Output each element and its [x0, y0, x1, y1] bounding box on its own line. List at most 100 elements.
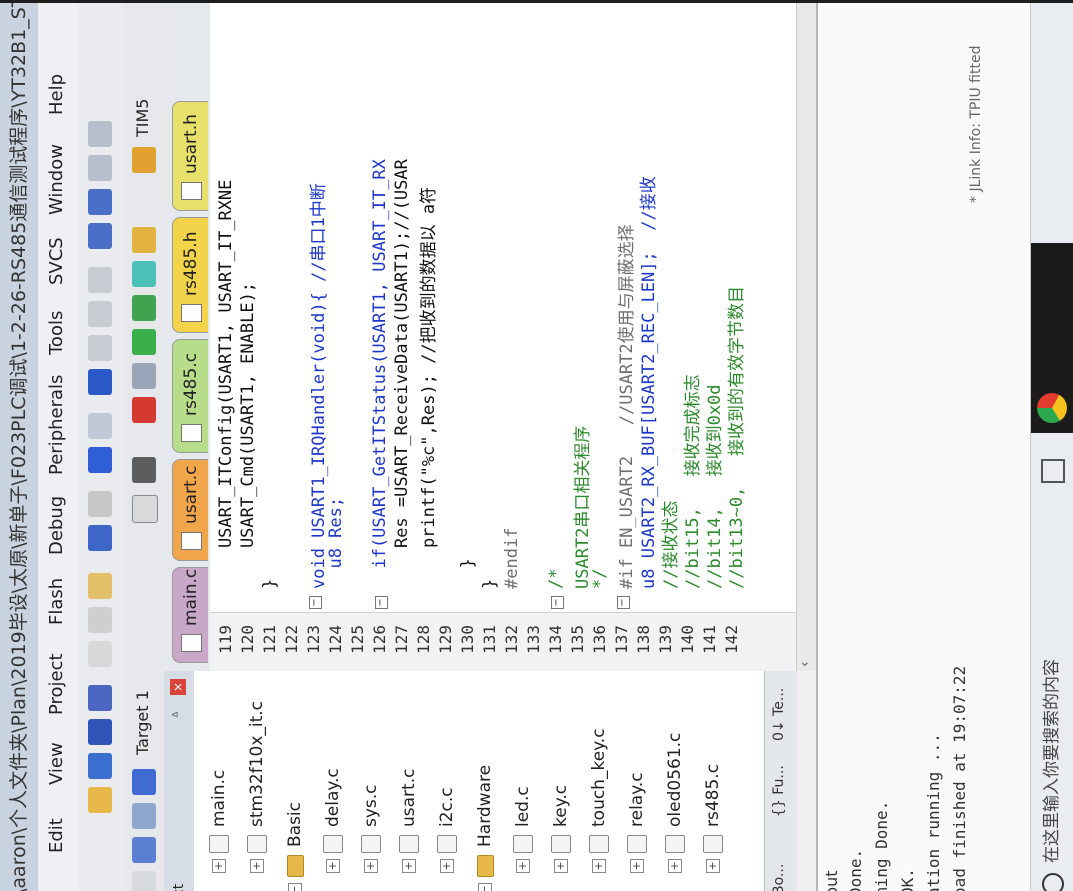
fold-toggle-icon[interactable]: −	[375, 596, 388, 609]
menu-help[interactable]: Help	[46, 74, 67, 115]
configure-icon[interactable]	[132, 261, 156, 287]
select-packs-icon[interactable]	[132, 363, 156, 389]
save-all-icon[interactable]	[88, 685, 112, 711]
navigate-forward-icon[interactable]	[88, 413, 112, 439]
navigate-back-icon[interactable]	[88, 447, 112, 473]
tree-file[interactable]: + led.c	[508, 786, 538, 873]
tree-file[interactable]: + main.c	[204, 770, 234, 873]
scroll-left-icon[interactable]: ‹	[797, 661, 813, 667]
manage-components-icon[interactable]	[132, 397, 156, 423]
tree-file[interactable]: + i2c.c	[432, 787, 462, 873]
editor-tab[interactable]: usart.c	[172, 459, 208, 561]
indent-icon[interactable]	[88, 223, 112, 249]
file-icon	[181, 634, 202, 652]
file-icon	[247, 835, 267, 853]
menu-view[interactable]: View	[46, 742, 67, 785]
undo-icon[interactable]	[88, 525, 112, 551]
cut-icon[interactable]	[88, 641, 112, 667]
tree-file[interactable]: + stm32f10x_it.c	[242, 701, 272, 873]
tree-file[interactable]: + delay.c	[318, 768, 348, 873]
editor-tab[interactable]: rs485.c	[172, 339, 208, 453]
new-file-icon[interactable]	[88, 787, 112, 813]
close-icon[interactable]: ×	[170, 679, 186, 695]
fold-toggle-icon[interactable]: −	[551, 596, 564, 609]
paste-icon[interactable]	[88, 573, 112, 599]
taskbar-search[interactable]: 在这里输入你要搜索的内容	[1036, 575, 1068, 891]
task-view-icon[interactable]	[1041, 459, 1065, 483]
open-folder-icon[interactable]	[88, 753, 112, 779]
tree-file[interactable]: + sys.c	[356, 784, 386, 873]
editor-tab[interactable]: usart.h	[172, 101, 208, 211]
tree-file[interactable]: + relay.c	[622, 772, 652, 873]
bookmark-icon[interactable]	[88, 369, 112, 395]
menu-peripherals[interactable]: Peripherals	[46, 375, 67, 475]
expand-toggle-icon[interactable]: +	[250, 859, 264, 873]
expand-toggle-icon[interactable]: −	[288, 883, 302, 891]
menu-debug[interactable]: Debug	[46, 496, 67, 555]
tree-file[interactable]: + key.c	[546, 785, 576, 873]
unindent-icon[interactable]	[88, 189, 112, 215]
pin-icon[interactable]: ᐞ	[164, 711, 194, 718]
options-for-target-icon[interactable]	[132, 457, 156, 483]
expand-toggle-icon[interactable]: +	[440, 859, 454, 873]
expand-toggle-icon[interactable]: +	[516, 859, 530, 873]
fold-toggle-icon[interactable]: −	[617, 596, 630, 609]
tab-books[interactable]: Bo...	[771, 864, 787, 891]
tree-item-label: main.c	[209, 769, 229, 827]
tab-functions[interactable]: {} Fu...	[771, 765, 787, 817]
editor-tab[interactable]: rs485.h	[172, 217, 208, 333]
expand-toggle-icon[interactable]: +	[592, 859, 606, 873]
build-output-line: oad finished at 19:07:22	[950, 665, 969, 891]
expand-toggle-icon[interactable]: +	[668, 859, 682, 873]
clear-bookmarks-icon[interactable]	[88, 267, 112, 293]
tree-file[interactable]: + rs485.c	[698, 764, 728, 873]
horizontal-scrollbar[interactable]: ‹	[796, 3, 817, 671]
download-icon[interactable]	[132, 769, 156, 795]
menu-edit[interactable]: Edit	[46, 818, 67, 853]
manage-run-env-icon[interactable]	[132, 295, 156, 321]
pack-installer-icon[interactable]	[132, 329, 156, 355]
menu-project[interactable]: Project	[46, 653, 67, 715]
uncomment-icon[interactable]	[88, 121, 112, 147]
menu-flash[interactable]: Flash	[46, 578, 67, 625]
menu-tools[interactable]: Tools	[46, 311, 67, 355]
expand-toggle-icon[interactable]: +	[212, 859, 226, 873]
tree-file[interactable]: + usart.c	[394, 769, 424, 873]
target-select[interactable]: Target 1	[133, 690, 152, 755]
tab-templates[interactable]: 0↓ Te...	[771, 688, 787, 741]
comment-icon[interactable]	[88, 155, 112, 181]
build-icon[interactable]	[132, 837, 156, 863]
next-bookmark-icon[interactable]	[88, 301, 112, 327]
tree-file[interactable]: + touch_key.c	[584, 728, 614, 873]
editor-tab[interactable]: main.c	[172, 567, 208, 663]
redo-icon[interactable]	[88, 491, 112, 517]
expand-toggle-icon[interactable]: +	[326, 859, 340, 873]
target-dropdown-icon[interactable]	[132, 495, 158, 523]
rte-icon[interactable]	[132, 227, 156, 253]
menu-window[interactable]: Window	[46, 144, 67, 215]
file-icon	[437, 835, 457, 853]
build-output-line: ming Done.	[872, 800, 891, 891]
tree-folder[interactable]: − Basic	[280, 802, 310, 891]
build-output-line: Done.	[846, 848, 865, 891]
tim-icon[interactable]	[132, 147, 156, 173]
expand-toggle-icon[interactable]: −	[478, 883, 492, 891]
prev-bookmark-icon[interactable]	[88, 335, 112, 361]
copy-icon[interactable]	[88, 607, 112, 633]
rebuild-icon[interactable]	[132, 803, 156, 829]
file-icon	[399, 835, 419, 853]
expand-toggle-icon[interactable]: +	[706, 859, 720, 873]
fold-toggle-icon[interactable]: −	[309, 596, 322, 609]
expand-toggle-icon[interactable]: +	[630, 859, 644, 873]
chrome-icon[interactable]	[1037, 393, 1067, 423]
tree-file[interactable]: + oled0561.c	[660, 733, 690, 873]
save-icon[interactable]	[88, 719, 112, 745]
expand-toggle-icon[interactable]: +	[402, 859, 416, 873]
menu-svcs[interactable]: SVCS	[46, 237, 67, 285]
tree-folder[interactable]: − Hardware	[470, 765, 500, 891]
code-editor[interactable]: 119 120 121 122 123 124 125 126 127 128 129 130 131 1…	[210, 3, 796, 671]
project-panel-tabs: Bo... {} Fu... 0↓ Te...	[764, 671, 797, 891]
expand-toggle-icon[interactable]: +	[364, 859, 378, 873]
translate-icon[interactable]	[132, 871, 156, 891]
expand-toggle-icon[interactable]: +	[554, 859, 568, 873]
